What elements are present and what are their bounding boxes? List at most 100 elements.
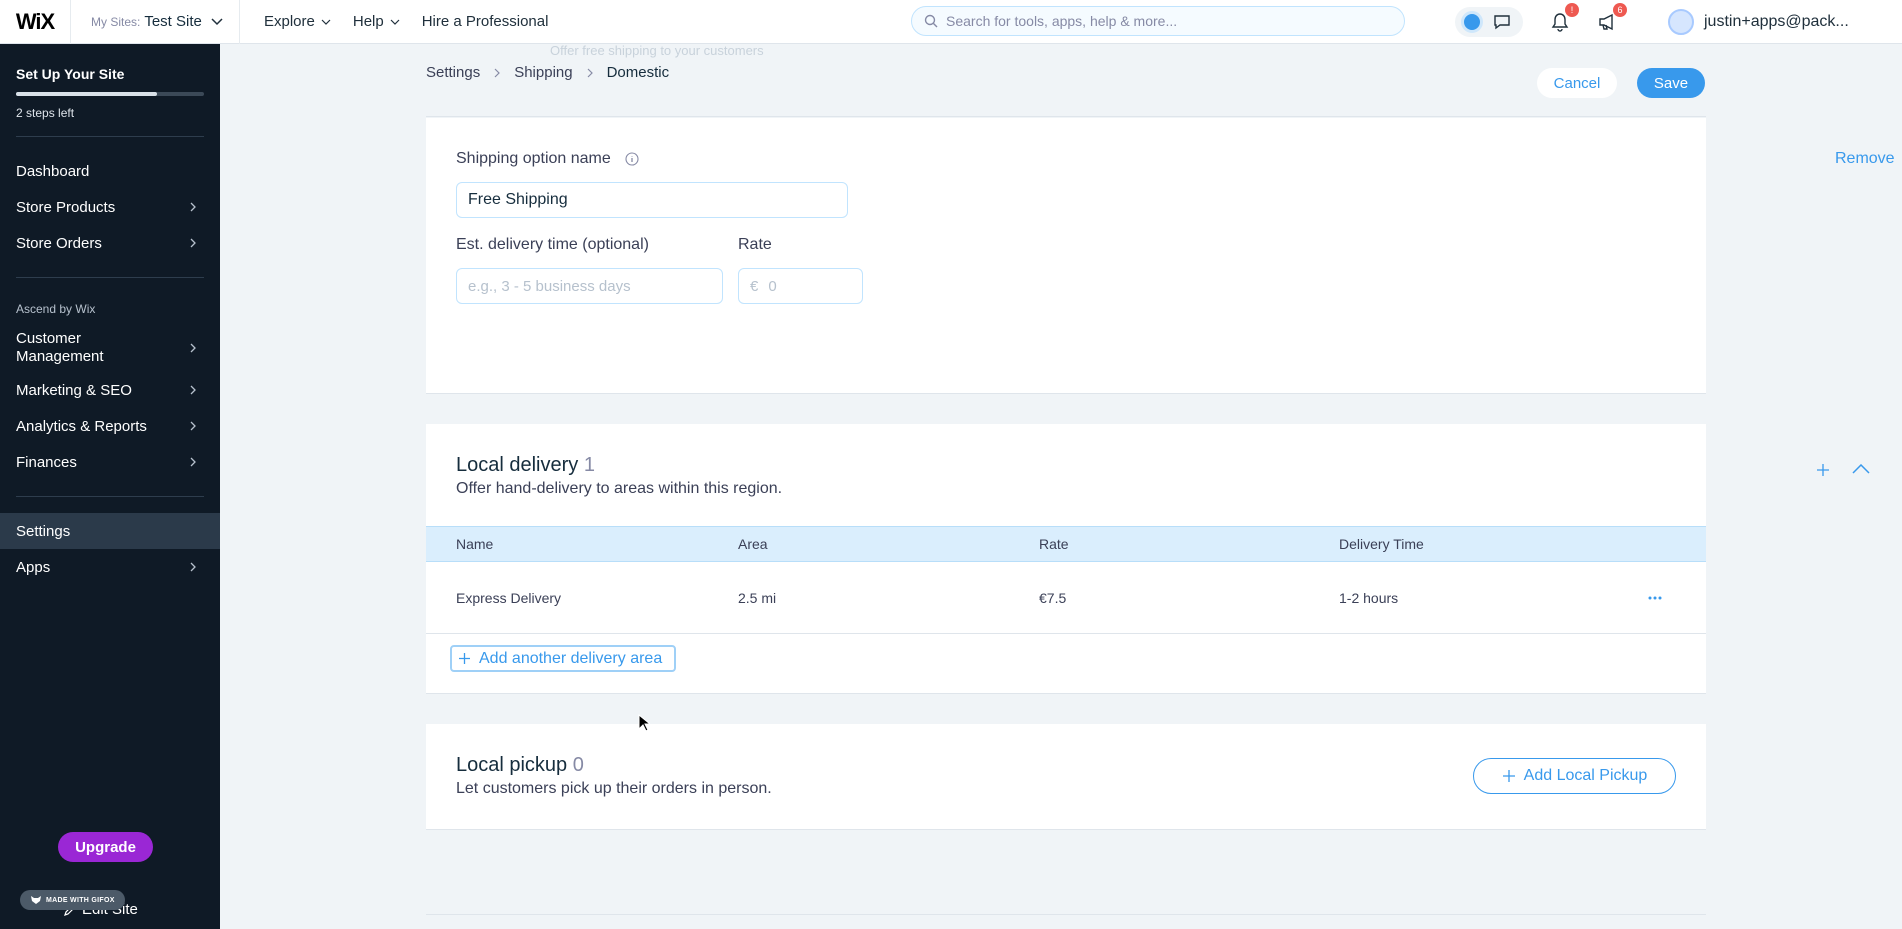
setup-widget[interactable]: Set Up Your Site 2 steps left bbox=[0, 44, 220, 120]
chevron-right-icon bbox=[190, 238, 196, 248]
column-header-delivery-time: Delivery Time bbox=[1339, 536, 1424, 552]
sidebar-item-settings[interactable]: Settings bbox=[0, 513, 220, 549]
setup-title: Set Up Your Site bbox=[16, 66, 125, 82]
breadcrumb-shipping[interactable]: Shipping bbox=[514, 64, 572, 81]
add-local-pickup-button[interactable]: Add Local Pickup bbox=[1473, 758, 1676, 794]
cell-rate: €7.5 bbox=[1039, 589, 1067, 606]
add-delivery-area-button[interactable]: Add another delivery area bbox=[450, 645, 676, 672]
top-icons: ! 6 bbox=[1455, 0, 1627, 44]
remove-button[interactable]: Remove bbox=[1835, 150, 1895, 168]
local-delivery-count: 1 bbox=[583, 454, 595, 476]
sidebar-group-bottom: Settings Apps bbox=[0, 513, 220, 585]
chevron-right-icon bbox=[494, 68, 501, 77]
chevron-right-icon bbox=[190, 343, 196, 353]
sidebar-group-top: Dashboard Store Products Store Orders bbox=[0, 153, 220, 261]
site-name: Test Site bbox=[144, 13, 202, 30]
cell-name: Express Delivery bbox=[456, 589, 562, 606]
wix-logo[interactable]: WiX bbox=[0, 0, 70, 44]
rate-label: Rate bbox=[738, 236, 772, 253]
local-pickup-title: Local pickup 0 bbox=[456, 754, 584, 776]
steps-left: 2 steps left bbox=[16, 106, 75, 120]
cancel-button[interactable]: Cancel bbox=[1537, 68, 1617, 98]
chevron-right-icon bbox=[190, 421, 196, 431]
table-header: Name Area Rate Delivery Time bbox=[426, 526, 1706, 562]
sidebar-item-apps[interactable]: Apps bbox=[0, 549, 220, 585]
save-button[interactable]: Save bbox=[1637, 68, 1705, 98]
user-email: justin+apps@pack... bbox=[1704, 13, 1849, 30]
sidebar-item-dashboard[interactable]: Dashboard bbox=[0, 153, 220, 189]
info-icon[interactable] bbox=[625, 152, 639, 166]
fox-icon bbox=[31, 896, 41, 904]
local-delivery-subtitle: Offer hand-delivery to areas within this… bbox=[456, 480, 783, 497]
divider bbox=[16, 277, 204, 278]
shipping-option-name-input[interactable]: Free Shipping bbox=[456, 182, 848, 218]
add-icon[interactable] bbox=[1816, 463, 1830, 477]
wix-answers-icon bbox=[1461, 11, 1483, 33]
shipping-option-card: Shipping option name Remove Free Shippin… bbox=[426, 118, 1895, 394]
rate-input[interactable]: € 0 bbox=[738, 268, 863, 304]
column-header-name: Name bbox=[456, 536, 494, 552]
updates-badge: 6 bbox=[1613, 3, 1627, 17]
sidebar-item-finances[interactable]: Finances bbox=[0, 444, 220, 480]
chevron-right-icon bbox=[190, 457, 196, 467]
local-delivery-card: Local delivery 1 Offer hand-delivery to … bbox=[426, 424, 1870, 694]
table-row[interactable]: Express Delivery 2.5 mi €7.5 1-2 hours bbox=[426, 562, 1706, 634]
notifications-button[interactable]: ! bbox=[1549, 3, 1579, 33]
main-content: Offer free shipping to your customers Se… bbox=[220, 43, 1902, 929]
section-label-ascend: Ascend by Wix bbox=[16, 302, 96, 316]
chevron-down-icon bbox=[211, 17, 223, 25]
sidebar-item-analytics-reports[interactable]: Analytics & Reports bbox=[0, 408, 220, 444]
chat-icon bbox=[1494, 15, 1510, 30]
cell-area: 2.5 mi bbox=[738, 589, 777, 606]
ghost-subtitle: Offer free shipping to your customers bbox=[550, 43, 764, 58]
sidebar-item-customer-management[interactable]: Customer Management bbox=[0, 324, 220, 372]
divider bbox=[16, 496, 204, 497]
breadcrumb-settings[interactable]: Settings bbox=[426, 64, 480, 81]
more-actions-icon[interactable] bbox=[1648, 596, 1662, 600]
shipping-option-name-label: Shipping option name bbox=[456, 150, 639, 168]
divider bbox=[426, 116, 1706, 117]
sidebar-item-marketing-seo[interactable]: Marketing & SEO bbox=[0, 372, 220, 408]
divider bbox=[426, 914, 1706, 915]
delivery-time-input[interactable]: e.g., 3 - 5 business days bbox=[456, 268, 723, 304]
setup-progress-fill bbox=[16, 92, 157, 96]
search-placeholder: Search for tools, apps, help & more... bbox=[946, 13, 1178, 29]
chevron-down-icon bbox=[321, 19, 331, 25]
local-pickup-subtitle: Let customers pick up their orders in pe… bbox=[456, 780, 772, 797]
search-input[interactable]: Search for tools, apps, help & more... bbox=[911, 6, 1405, 36]
updates-button[interactable]: 6 bbox=[1597, 3, 1627, 33]
plus-icon bbox=[459, 653, 470, 664]
chevron-up-icon[interactable] bbox=[1852, 464, 1870, 474]
my-sites-label: My Sites: bbox=[91, 14, 141, 29]
column-header-rate: Rate bbox=[1039, 536, 1069, 552]
mouse-cursor-icon bbox=[638, 714, 650, 732]
chevron-right-icon bbox=[587, 68, 593, 77]
chevron-right-icon bbox=[190, 385, 196, 395]
breadcrumb-domestic: Domestic bbox=[606, 64, 670, 81]
sidebar-item-store-products[interactable]: Store Products bbox=[0, 189, 220, 225]
nav-hire-professional[interactable]: Hire a Professional bbox=[422, 13, 549, 30]
top-nav: Explore Help Hire a Professional bbox=[264, 13, 548, 30]
site-selector[interactable]: My Sites: Test Site bbox=[70, 0, 240, 44]
search-icon bbox=[924, 14, 938, 28]
notification-badge: ! bbox=[1565, 3, 1579, 17]
sidebar: Set Up Your Site 2 steps left Dashboard … bbox=[0, 44, 220, 929]
nav-help[interactable]: Help bbox=[353, 13, 400, 30]
column-header-area: Area bbox=[738, 536, 768, 552]
sidebar-item-store-orders[interactable]: Store Orders bbox=[0, 225, 220, 261]
upgrade-button[interactable]: Upgrade bbox=[58, 832, 153, 862]
breadcrumb: Settings Shipping Domestic bbox=[426, 64, 669, 81]
chevron-right-icon bbox=[190, 202, 196, 212]
plus-icon bbox=[1502, 770, 1515, 782]
divider bbox=[16, 136, 204, 137]
local-pickup-card: Local pickup 0 Let customers pick up the… bbox=[426, 724, 1706, 830]
currency-symbol: € bbox=[750, 277, 759, 295]
avatar bbox=[1668, 9, 1694, 35]
chevron-right-icon bbox=[190, 562, 196, 572]
delivery-time-label: Est. delivery time (optional) bbox=[456, 236, 649, 253]
inbox-pill[interactable] bbox=[1455, 7, 1523, 37]
setup-progress-bar bbox=[16, 92, 204, 96]
user-menu[interactable]: justin+apps@pack... bbox=[1668, 0, 1849, 44]
nav-explore[interactable]: Explore bbox=[264, 13, 331, 30]
local-delivery-title: Local delivery 1 bbox=[456, 454, 595, 476]
